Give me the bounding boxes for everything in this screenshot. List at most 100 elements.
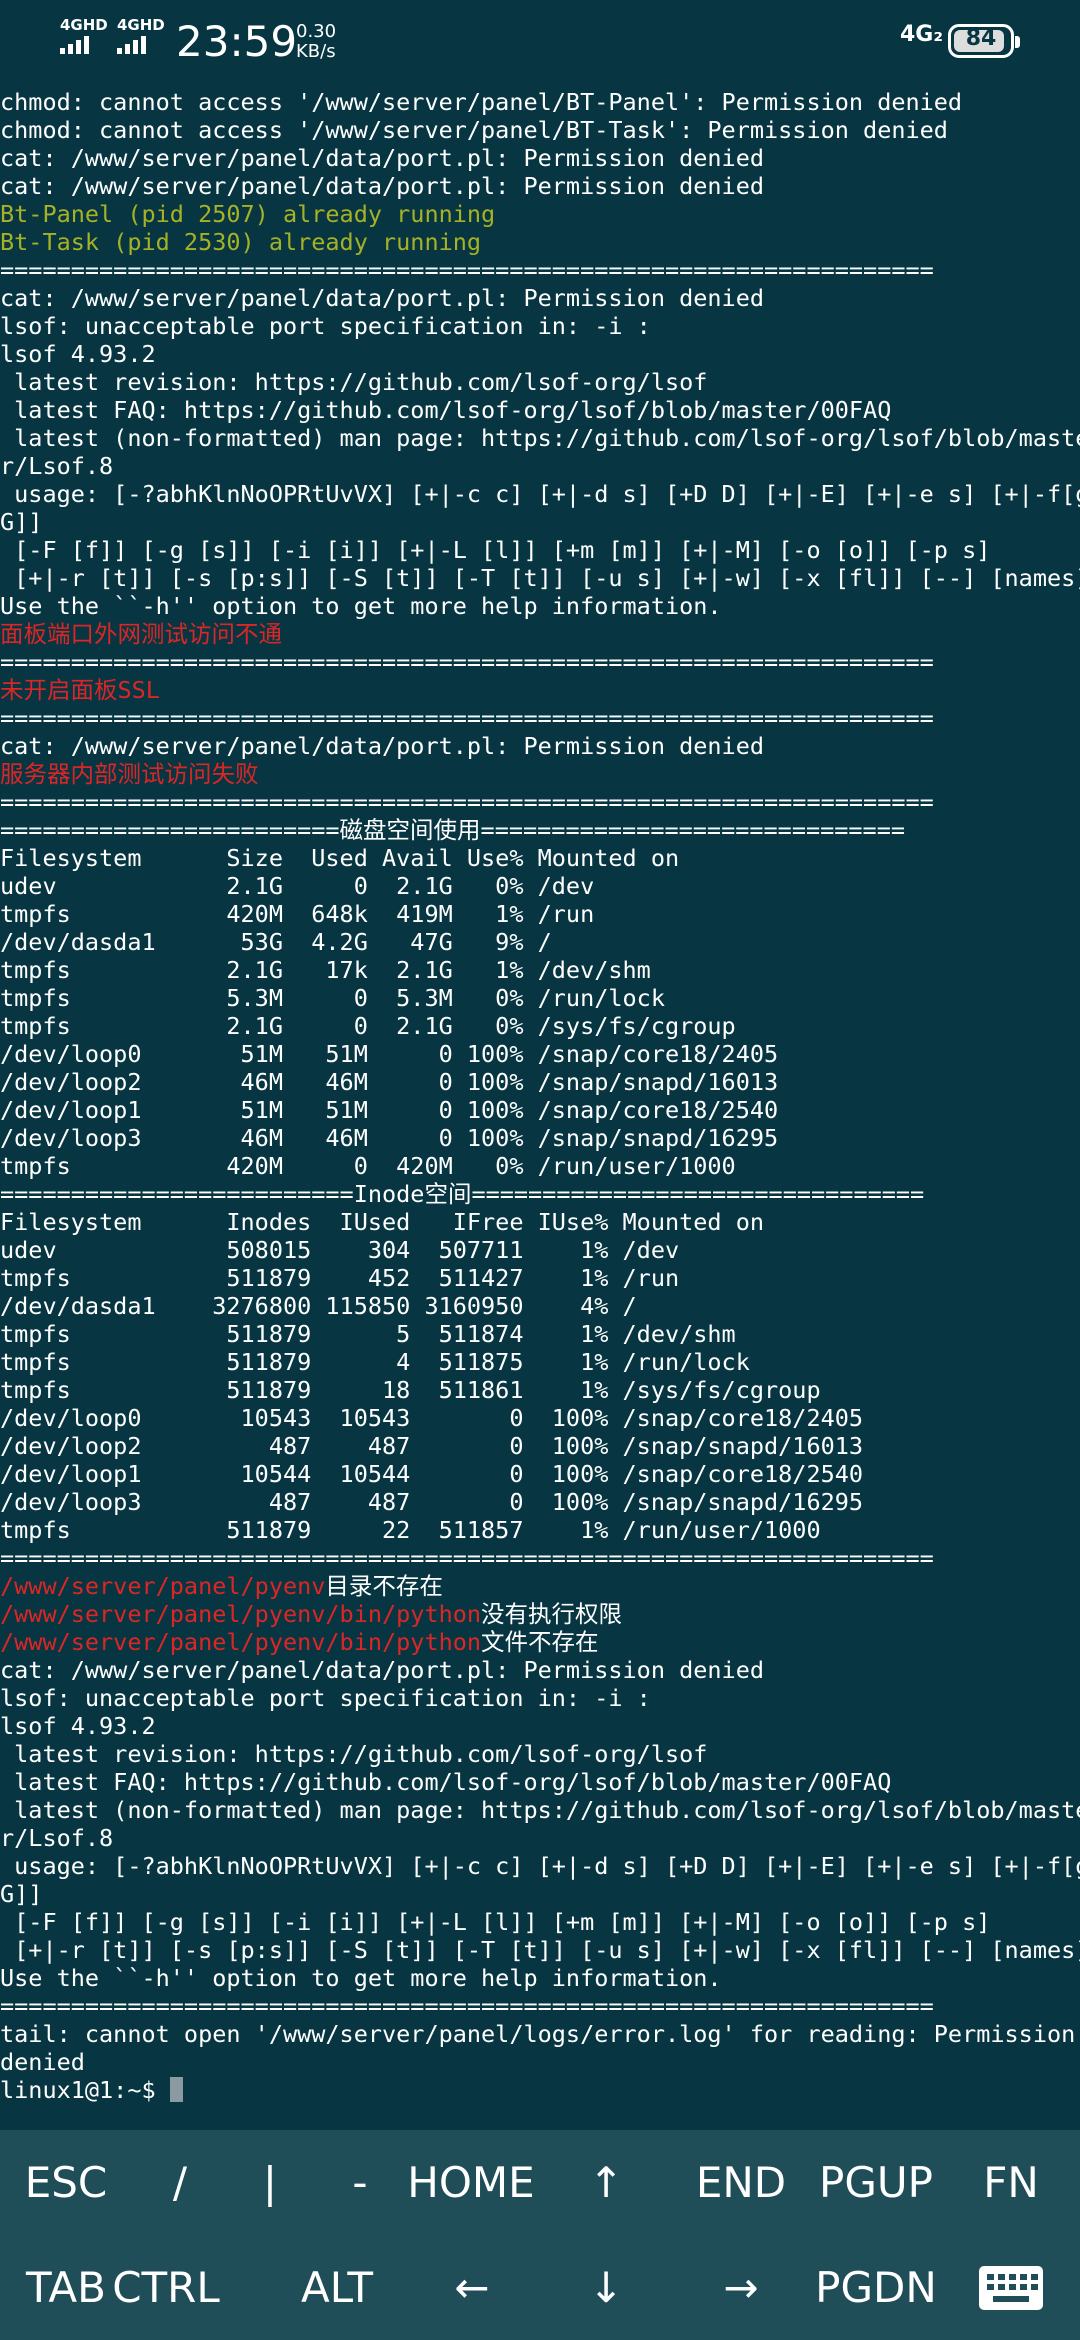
terminal-text: Use the ``-h'' option to get more help i…: [0, 592, 722, 620]
terminal-line: Use the ``-h'' option to get more help i…: [0, 592, 1080, 620]
terminal-line: tmpfs 511879 452 511427 1% /run: [0, 1264, 1080, 1292]
terminal-line: latest FAQ: https://github.com/lsof-org/…: [0, 396, 1080, 424]
terminal-line: 面板端口外网测试访问不通: [0, 620, 1080, 648]
sim2-signal-icon: 4GHD: [117, 18, 165, 54]
terminal-line: 服务器内部测试访问失败: [0, 760, 1080, 788]
terminal-text: [-F [f]] [-g [s]] [-i [i]] [+|-L [l]] [+…: [0, 1908, 991, 1936]
key-pgup[interactable]: PGUP: [811, 2130, 941, 2235]
sim1-signal-icon: 4GHD: [60, 18, 108, 54]
terminal-text: latest FAQ: https://github.com/lsof-org/…: [0, 1768, 892, 1796]
terminal-text: [+|-r [t]] [-s [p:s]] [-S [t]] [-T [t]] …: [0, 564, 1080, 592]
terminal-line: /dev/dasda1 3276800 115850 3160950 4% /: [0, 1292, 1080, 1320]
terminal-text: /dev/dasda1 3276800 115850 3160950 4% /: [0, 1292, 637, 1320]
speed-value: 0.30: [296, 21, 337, 42]
terminal-line: chmod: cannot access '/www/server/panel/…: [0, 116, 1080, 144]
terminal-line: tmpfs 420M 648k 419M 1% /run: [0, 900, 1080, 928]
status-bar: 4GHD 4GHD 23:59 0.30 KB/s 4G₂ 84: [0, 0, 1080, 84]
key-home[interactable]: HOME: [406, 2130, 536, 2235]
terminal-line: =========================Inode空间========…: [0, 1180, 1080, 1208]
shell-prompt: linux1@1:~$: [0, 2076, 170, 2104]
terminal-text: /www/server/panel/pyenv: [0, 1572, 326, 1600]
terminal-output[interactable]: chmod: cannot access '/www/server/panel/…: [0, 88, 1080, 2104]
terminal-line: ========================================…: [0, 788, 1080, 816]
speed-unit: KB/s: [296, 41, 336, 62]
terminal-text: ========================================…: [0, 648, 934, 676]
terminal-text: cat: /www/server/panel/data/port.pl: Per…: [0, 144, 765, 172]
terminal-text: tmpfs 511879 18 511861 1% /sys/fs/cgroup: [0, 1376, 821, 1404]
extra-keys-bar: ESC / | - HOME ↑ END PGUP FN TAB CTRL ALT ← ↓ → PGDN: [0, 2130, 1080, 2340]
terminal-line: Filesystem Inodes IUsed IFree IUse% Moun…: [0, 1208, 1080, 1236]
terminal-line: latest (non-formatted) man page: https:/…: [0, 424, 1080, 452]
terminal-text: Use the ``-h'' option to get more help i…: [0, 1964, 722, 1992]
key-ctrl[interactable]: CTRL: [101, 2235, 231, 2340]
keyboard-icon: [979, 2265, 1043, 2310]
terminal-line: [+|-r [t]] [-s [p:s]] [-S [t]] [-T [t]] …: [0, 564, 1080, 592]
key-esc[interactable]: ESC: [1, 2130, 131, 2235]
terminal-text: lsof: unacceptable port specification in…: [0, 1684, 651, 1712]
terminal-line: usage: [-?abhKlnNoOPRtUvVX] [+|-c c] [+|…: [0, 1852, 1080, 1880]
terminal-text: latest revision: https://github.com/lsof…: [0, 368, 708, 396]
terminal-line: tmpfs 420M 0 420M 0% /run/user/1000: [0, 1152, 1080, 1180]
key-fn[interactable]: FN: [946, 2130, 1076, 2235]
terminal-line: usage: [-?abhKlnNoOPRtUvVX] [+|-c c] [+|…: [0, 480, 1080, 508]
terminal-text: ========================磁盘空间使用==========…: [0, 816, 906, 844]
terminal-line: cat: /www/server/panel/data/port.pl: Per…: [0, 284, 1080, 312]
terminal-line: G]]: [0, 1880, 1080, 1908]
key-end[interactable]: END: [676, 2130, 806, 2235]
terminal-text: Bt-Task (pid 2530) already running: [0, 228, 482, 256]
battery-level: 84: [965, 26, 997, 51]
terminal-line: cat: /www/server/panel/data/port.pl: Per…: [0, 732, 1080, 760]
terminal-line: latest revision: https://github.com/lsof…: [0, 368, 1080, 396]
terminal-line: tmpfs 511879 22 511857 1% /run/user/1000: [0, 1516, 1080, 1544]
terminal-text: ========================================…: [0, 1992, 934, 2020]
terminal-line: udev 2.1G 0 2.1G 0% /dev: [0, 872, 1080, 900]
terminal-text: ========================================…: [0, 704, 934, 732]
terminal-text: latest (non-formatted) man page: https:/…: [0, 1796, 1080, 1824]
terminal-line: /dev/loop3 487 487 0 100% /snap/snapd/16…: [0, 1488, 1080, 1516]
key-up-arrow[interactable]: ↑: [541, 2130, 671, 2235]
terminal-line: denied: [0, 2048, 1080, 2076]
terminal-line: /dev/loop1 51M 51M 0 100% /snap/core18/2…: [0, 1096, 1080, 1124]
terminal-text: /dev/loop0 10543 10543 0 100% /snap/core…: [0, 1404, 864, 1432]
terminal-text: tmpfs 511879 22 511857 1% /run/user/1000: [0, 1516, 821, 1544]
terminal-line: udev 508015 304 507711 1% /dev: [0, 1236, 1080, 1264]
terminal-line: ========================================…: [0, 1992, 1080, 2020]
terminal-line: r/Lsof.8: [0, 452, 1080, 480]
terminal-text: 服务器内部测试访问失败: [0, 760, 259, 788]
terminal-text: latest (non-formatted) man page: https:/…: [0, 424, 1080, 452]
terminal-text: r/Lsof.8: [0, 1824, 114, 1852]
cursor: [169, 2077, 183, 2102]
terminal-line: /dev/loop0 51M 51M 0 100% /snap/core18/2…: [0, 1040, 1080, 1068]
terminal-text: cat: /www/server/panel/data/port.pl: Per…: [0, 732, 765, 760]
terminal-line: 未开启面板SSL: [0, 676, 1080, 704]
terminal-line: tmpfs 511879 4 511875 1% /run/lock: [0, 1348, 1080, 1376]
key-alt[interactable]: ALT: [272, 2235, 402, 2340]
terminal-line: Bt-Task (pid 2530) already running: [0, 228, 1080, 256]
keyboard-toggle-button[interactable]: [946, 2235, 1076, 2340]
terminal-text: tail: cannot open '/www/server/panel/log…: [0, 2020, 1076, 2048]
terminal-text: udev 508015 304 507711 1% /dev: [0, 1236, 680, 1264]
terminal-text: usage: [-?abhKlnNoOPRtUvVX] [+|-c c] [+|…: [0, 1852, 1080, 1880]
sim2-label: 4GHD: [117, 16, 165, 34]
terminal-line: latest FAQ: https://github.com/lsof-org/…: [0, 1768, 1080, 1796]
key-left-arrow[interactable]: ←: [407, 2235, 537, 2340]
key-down-arrow[interactable]: ↓: [541, 2235, 671, 2340]
terminal-text: /dev/loop3 46M 46M 0 100% /snap/snapd/16…: [0, 1124, 779, 1152]
terminal-line: tmpfs 511879 5 511874 1% /dev/shm: [0, 1320, 1080, 1348]
extra-keys-row-2: TAB CTRL ALT ← ↓ → PGDN: [0, 2235, 1080, 2340]
sim1-label: 4GHD: [60, 16, 108, 34]
terminal-text: tmpfs 420M 0 420M 0% /run/user/1000: [0, 1152, 736, 1180]
terminal-line: /dev/loop0 10543 10543 0 100% /snap/core…: [0, 1404, 1080, 1432]
terminal-text: [-F [f]] [-g [s]] [-i [i]] [+|-L [l]] [+…: [0, 536, 991, 564]
key-pgdn[interactable]: PGDN: [811, 2235, 941, 2340]
prompt-line[interactable]: linux1@1:~$: [0, 2076, 1080, 2104]
terminal-line: cat: /www/server/panel/data/port.pl: Per…: [0, 144, 1080, 172]
terminal-line: [-F [f]] [-g [s]] [-i [i]] [+|-L [l]] [+…: [0, 1908, 1080, 1936]
terminal-text: Filesystem Size Used Avail Use% Mounted …: [0, 844, 680, 872]
terminal-text: tmpfs 511879 4 511875 1% /run/lock: [0, 1348, 750, 1376]
terminal-text: tmpfs 420M 648k 419M 1% /run: [0, 900, 595, 928]
terminal-text: latest FAQ: https://github.com/lsof-org/…: [0, 396, 892, 424]
terminal-text: /dev/loop1 10544 10544 0 100% /snap/core…: [0, 1460, 864, 1488]
clock: 23:59: [176, 17, 298, 66]
key-right-arrow[interactable]: →: [676, 2235, 806, 2340]
